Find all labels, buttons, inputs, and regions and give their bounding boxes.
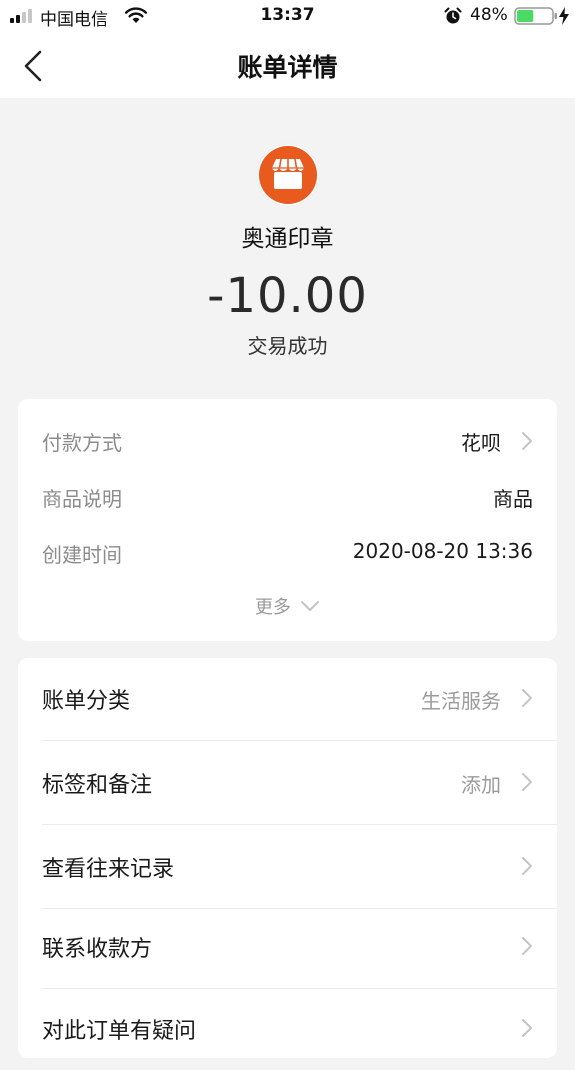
chevron-right-icon (522, 689, 532, 707)
alarm-clock-icon (444, 7, 462, 24)
more-label: 更多 (254, 597, 291, 618)
payment-method-value: 花呗 (461, 431, 501, 455)
description-row: 商品说明 商品 (42, 479, 533, 511)
description-value: 商品 (493, 487, 533, 511)
bill-category-value: 生活服务 (421, 689, 501, 713)
history-records-row[interactable]: 查看往来记录 (42, 826, 557, 909)
header-area: 中国电信 13:37 48% 账单详情 (0, 0, 575, 98)
chevron-right-icon (522, 773, 532, 791)
store-icon (256, 143, 320, 207)
description-label: 商品说明 (42, 487, 122, 511)
created-time-label: 创建时间 (42, 543, 122, 567)
tags-notes-label: 标签和备注 (42, 773, 153, 798)
chevron-right-icon (522, 1019, 532, 1037)
chevron-right-icon (522, 937, 532, 955)
bill-category-label: 账单分类 (42, 689, 131, 714)
created-time-row: 创建时间 2020-08-20 13:36 (42, 535, 533, 567)
created-time-value: 2020-08-20 13:36 (352, 539, 533, 563)
payment-method-label: 付款方式 (42, 431, 122, 455)
order-question-row[interactable]: 对此订单有疑问 (42, 988, 557, 1070)
page-title: 账单详情 (237, 53, 338, 82)
bill-details-card: 付款方式 花呗 商品说明 商品 创建时间 2020-08-20 13:36 更多 (18, 399, 557, 641)
more-button[interactable]: 更多 (18, 593, 557, 621)
transaction-amount: -10.00 (207, 268, 368, 324)
contact-payee-label: 联系收款方 (42, 937, 153, 962)
battery-icon (514, 7, 557, 25)
tags-notes-row[interactable]: 标签和备注 添加 (42, 742, 557, 825)
transaction-status: 交易成功 (247, 334, 328, 358)
charging-bolt-icon (559, 7, 569, 25)
status-bar: 中国电信 13:37 48% (0, 0, 575, 32)
history-records-label: 查看往来记录 (42, 857, 175, 882)
chevron-right-icon (522, 857, 532, 875)
merchant-name: 奥通印章 (241, 226, 334, 252)
payment-method-row[interactable]: 付款方式 花呗 (42, 423, 533, 455)
contact-payee-row[interactable]: 联系收款方 (42, 906, 557, 989)
chevron-down-icon (301, 601, 320, 611)
chevron-right-icon (522, 432, 532, 450)
order-question-label: 对此订单有疑问 (42, 1019, 197, 1044)
battery-percentage: 48% (470, 5, 508, 25)
tags-notes-value: 添加 (461, 773, 501, 797)
bill-actions-card: 账单分类 生活服务 标签和备注 添加 查看往来记录 联系收款方 对此订单有疑问 (18, 658, 557, 1058)
bill-category-row[interactable]: 账单分类 生活服务 (42, 658, 557, 741)
